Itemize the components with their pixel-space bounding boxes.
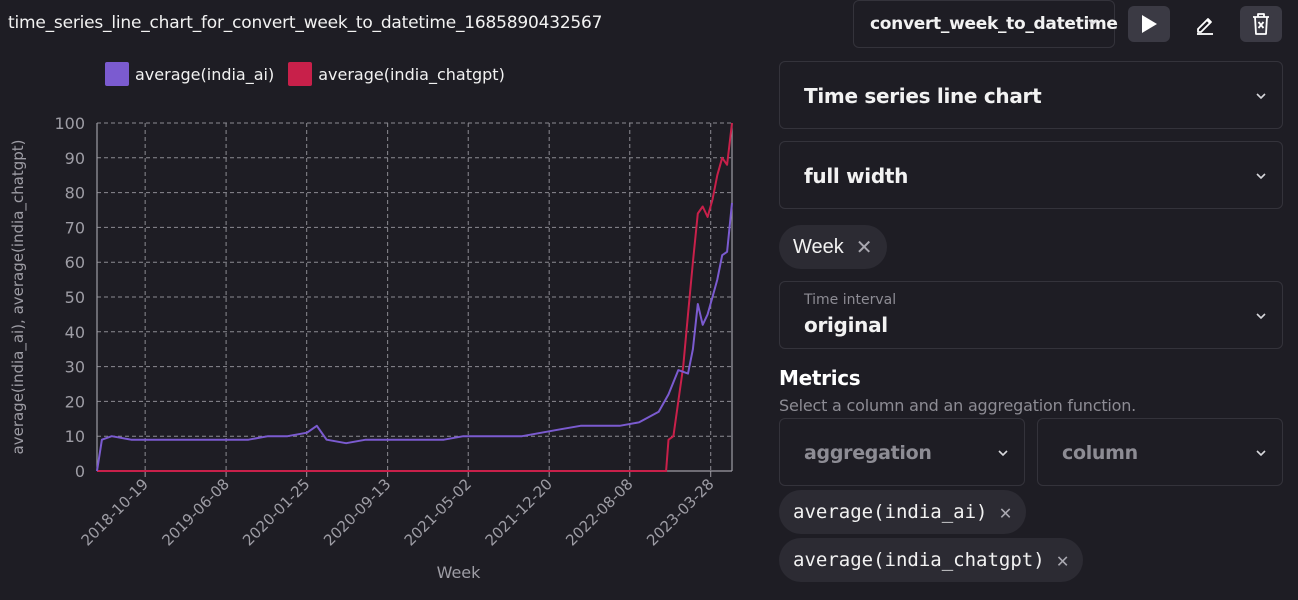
legend-label-chatgpt: average(india_chatgpt)	[318, 64, 505, 84]
width-select[interactable]: full width	[779, 141, 1283, 209]
x-axis-chip-label: Week	[793, 235, 844, 258]
column-select[interactable]: column	[1037, 418, 1283, 486]
metrics-heading: Metrics	[779, 366, 861, 390]
chevron-down-icon	[1256, 313, 1266, 320]
y-tick-label: 70	[65, 218, 85, 237]
dataset-select-value: convert_week_to_datetime	[870, 14, 1118, 34]
y-tick-label: 80	[65, 184, 85, 203]
chevron-down-icon	[1256, 450, 1266, 457]
x-tick-label: 2021-12-20	[482, 475, 556, 549]
metric-chip-label: average(india_ai)	[793, 501, 988, 523]
x-tick-label: 2018-10-19	[78, 475, 152, 549]
pencil-icon	[1197, 18, 1213, 35]
x-tick-label: 2023-03-28	[643, 475, 717, 549]
legend-swatch-chatgpt	[288, 62, 313, 86]
line-chart: 0 10 20 30 40 50 60 70 80 90 100 2018-10-19 2019-06-…	[9, 114, 733, 582]
chart-legend: average(india_ai) average(india_chatgpt)	[105, 62, 519, 86]
x-tick-label: 2020-01-25	[239, 475, 313, 549]
trash-icon	[1253, 13, 1269, 35]
play-icon	[1142, 15, 1157, 33]
time-interval-label: Time interval	[804, 292, 897, 308]
x-tick-label: 2021-05-02	[401, 475, 475, 549]
x-tick-label: 2020-09-13	[320, 475, 394, 549]
legend-label-ai: average(india_ai)	[135, 64, 275, 84]
y-tick-label: 50	[65, 288, 85, 307]
y-axis-label: average(india_ai), average(india_chatgpt…	[9, 140, 28, 455]
time-interval-value: original	[804, 313, 888, 337]
y-tick-label: 60	[65, 253, 85, 272]
remove-chip-icon[interactable]: ✕	[999, 500, 1011, 524]
remove-chip-icon[interactable]: ✕	[1057, 548, 1069, 572]
y-tick-label: 10	[65, 427, 85, 446]
time-interval-select[interactable]: Time interval original	[779, 281, 1283, 349]
y-tick-label: 40	[65, 323, 85, 342]
remove-chip-icon[interactable]: ✕	[856, 235, 873, 260]
chart-title: time_series_line_chart_for_convert_week_…	[8, 13, 603, 33]
series-line-india-ai	[96, 202, 733, 472]
chart-type-select[interactable]: Time series line chart	[779, 61, 1283, 129]
x-tick-label: 2019-06-08	[159, 475, 233, 549]
chevron-down-icon	[998, 450, 1008, 457]
legend-item-chatgpt[interactable]: average(india_chatgpt)	[288, 62, 505, 86]
metric-chip-ai[interactable]: average(india_ai) ✕	[779, 490, 1026, 534]
legend-item-ai[interactable]: average(india_ai)	[105, 62, 274, 86]
edit-button[interactable]	[1184, 6, 1226, 42]
legend-swatch-ai	[105, 62, 129, 86]
dataset-select[interactable]: convert_week_to_datetime	[853, 0, 1118, 48]
x-tick-label: 2022-08-08	[562, 475, 636, 549]
chevron-down-icon	[1256, 93, 1266, 100]
chevron-down-icon	[1256, 173, 1266, 180]
x-axis-label: Week	[437, 563, 482, 582]
y-tick-label: 30	[65, 358, 85, 377]
run-button[interactable]	[1128, 6, 1170, 42]
chart-type-value: Time series line chart	[804, 84, 1042, 108]
delete-button[interactable]	[1240, 6, 1282, 42]
x-axis-chip[interactable]: Week ✕	[779, 225, 887, 269]
y-tick-label: 90	[65, 149, 85, 168]
y-tick-label: 100	[54, 114, 85, 133]
aggregation-placeholder: aggregation	[804, 442, 932, 464]
metric-chip-chatgpt[interactable]: average(india_chatgpt) ✕	[779, 538, 1083, 582]
metric-chip-label: average(india_chatgpt)	[793, 549, 1045, 571]
aggregation-select[interactable]: aggregation	[779, 418, 1025, 486]
y-tick-label: 20	[65, 392, 85, 411]
metrics-description: Select a column and an aggregation funct…	[779, 396, 1137, 415]
width-value: full width	[804, 164, 909, 188]
y-tick-label: 0	[75, 462, 85, 481]
column-placeholder: column	[1062, 442, 1138, 464]
chevron-down-icon	[1088, 19, 1098, 26]
